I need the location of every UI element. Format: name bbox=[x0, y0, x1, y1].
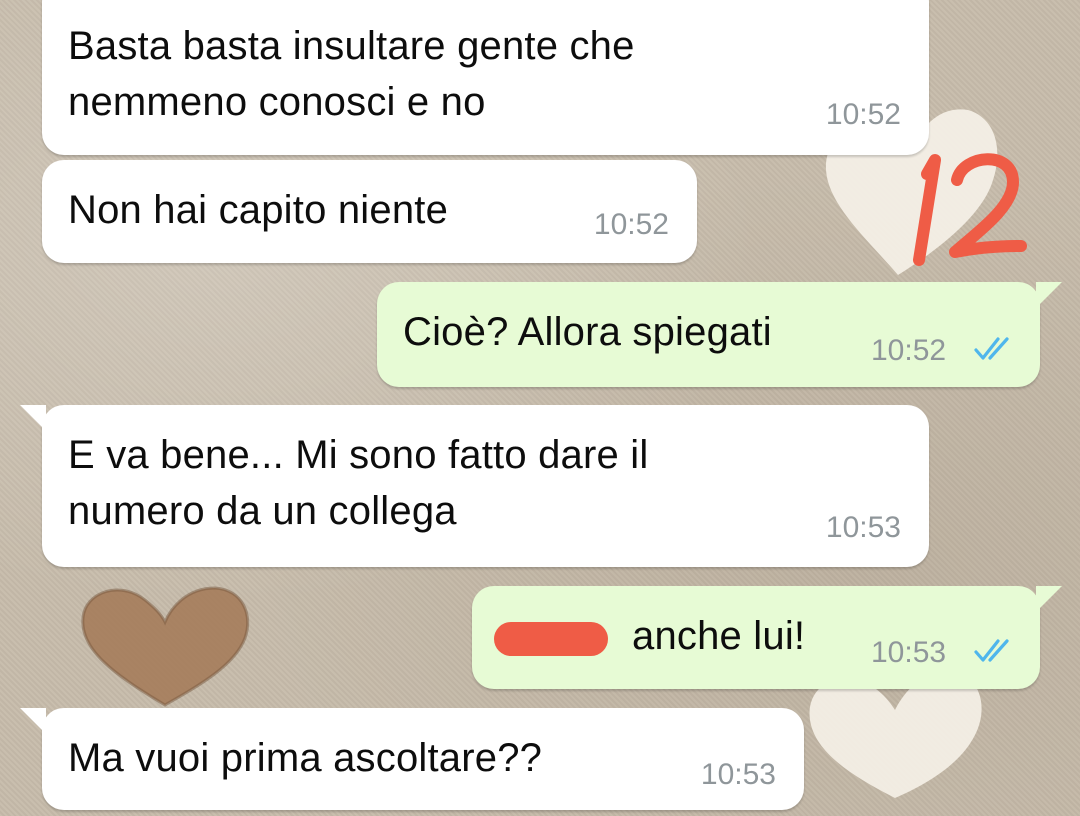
message-timestamp: 10:52 bbox=[593, 208, 669, 241]
message-bubble-incoming[interactable]: Non hai capito niente 10:52 bbox=[42, 160, 697, 263]
message-text: anche lui! bbox=[632, 614, 806, 658]
bubble-tail bbox=[20, 405, 46, 431]
bubble-tail bbox=[1036, 586, 1062, 612]
message-text: Basta basta insultare gente che nemmeno … bbox=[68, 24, 635, 124]
message-text: E va bene... Mi sono fatto dare il numer… bbox=[68, 433, 649, 533]
double-check-icon bbox=[974, 337, 1009, 360]
bubble-tail bbox=[20, 708, 46, 734]
message-text: Cioè? Allora spiegati bbox=[403, 310, 772, 354]
message-bubble-incoming[interactable]: E va bene... Mi sono fatto dare il numer… bbox=[20, 405, 929, 567]
message-timestamp: 10:53 bbox=[825, 511, 901, 544]
bubble-tail bbox=[1036, 282, 1062, 308]
redaction-mark bbox=[494, 622, 608, 656]
message-bubble-outgoing[interactable]: anche lui! 10:53 bbox=[472, 586, 1062, 689]
message-text: Ma vuoi prima ascoltare?? bbox=[68, 736, 543, 780]
message-timestamp: 10:52 bbox=[825, 98, 901, 131]
brown-heart-decoration bbox=[81, 586, 250, 707]
message-timestamp: 10:52 bbox=[871, 334, 947, 367]
message-bubble-incoming[interactable]: Basta basta insultare gente che nemmeno … bbox=[42, 0, 929, 155]
message-bubble-incoming[interactable]: Ma vuoi prima ascoltare?? 10:53 bbox=[20, 708, 804, 810]
message-text: Non hai capito niente bbox=[68, 188, 449, 232]
handwritten-annotation-number: 12 bbox=[913, 153, 1027, 266]
message-timestamp: 10:53 bbox=[700, 758, 776, 791]
message-timestamp: 10:53 bbox=[871, 636, 947, 669]
double-check-icon bbox=[974, 639, 1009, 662]
message-bubble-outgoing[interactable]: Cioè? Allora spiegati 10:52 bbox=[377, 282, 1062, 387]
